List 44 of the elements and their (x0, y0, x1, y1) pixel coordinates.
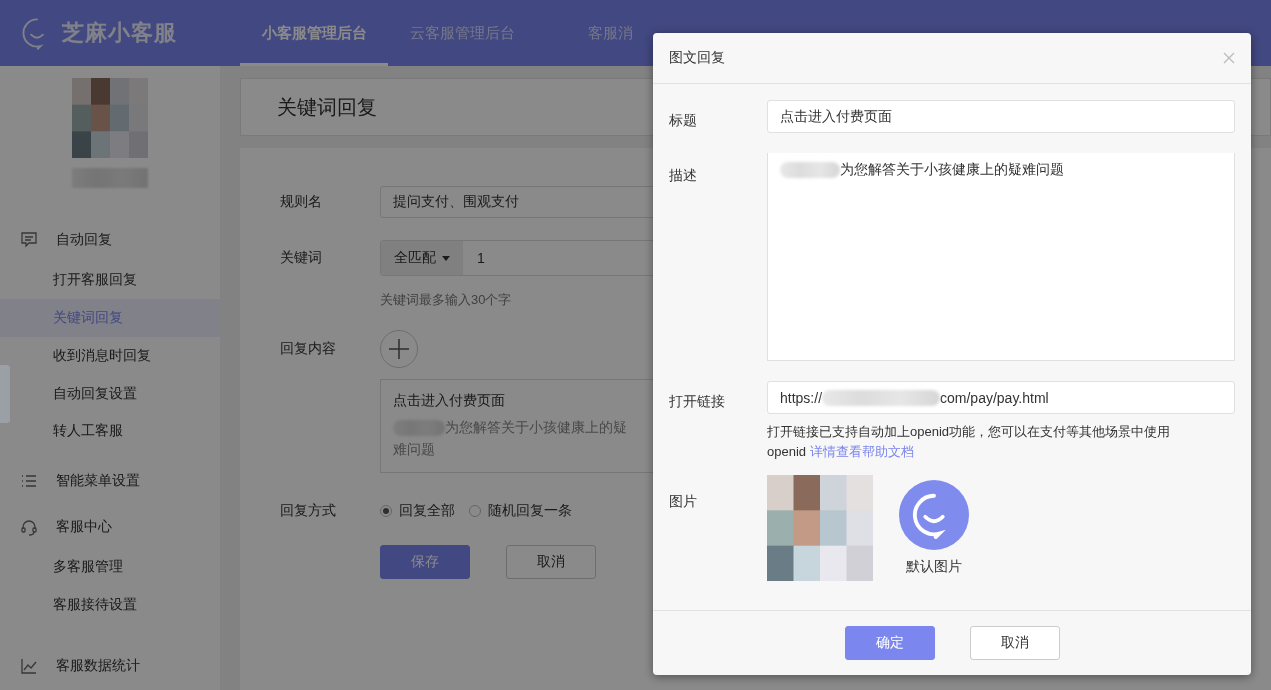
chat-icon (20, 230, 38, 249)
field-label: 回复内容 (280, 340, 337, 358)
cancel-button[interactable]: 取消 (969, 626, 1060, 660)
default-image-icon (899, 480, 969, 550)
help-link[interactable]: 详情查看帮助文档 (809, 444, 914, 459)
field-hint: 关键词最多输入30个字 (380, 291, 512, 309)
sidebar-item[interactable]: 客服接待设置 (12, 586, 220, 624)
radio-option[interactable]: 回复全部 (380, 502, 455, 520)
description-field[interactable]: 为您解答关于小孩健康上的疑难问题 (767, 153, 1235, 361)
sidebar-item[interactable]: 多客服管理 (12, 548, 220, 587)
side-tab[interactable] (0, 365, 10, 423)
sidebar-item[interactable]: 自动回复设置 (12, 374, 220, 413)
chart-icon (20, 657, 38, 676)
close-button[interactable] (1223, 52, 1235, 64)
field-label: 图片 (669, 492, 698, 511)
field-label: 规则名 (280, 193, 323, 211)
image-caption: 默认图片 (906, 558, 962, 576)
dialog-title: 图文回复 (669, 49, 725, 67)
link-field[interactable]: https:// com/pay/pay.html (767, 381, 1235, 414)
field-label: 打开链接 (669, 392, 726, 411)
sidebar-group[interactable]: 客服中心 (56, 517, 112, 536)
radio-button[interactable] (469, 505, 481, 517)
logo-text: 芝麻小客服 (62, 19, 177, 47)
plus-icon (389, 339, 409, 359)
radio-option[interactable]: 随机回复一条 (469, 502, 572, 520)
radio-button[interactable] (380, 505, 392, 517)
field-label: 标题 (669, 111, 698, 130)
confirm-button[interactable]: 确定 (844, 626, 935, 660)
headset-icon (20, 517, 38, 536)
title-field[interactable]: 点击进入付费页面 (767, 100, 1235, 133)
field-label: 回复方式 (280, 502, 337, 520)
sidebar-group[interactable]: 自动回复 (56, 230, 112, 249)
field-label: 关键词 (280, 249, 323, 267)
sidebar-item[interactable]: 打开客服回复 (12, 261, 220, 300)
field-label: 描述 (669, 166, 698, 185)
cancel-button[interactable]: 取消 (506, 545, 596, 579)
sidebar-group[interactable]: 客服数据统计 (56, 657, 140, 676)
sidebar-item[interactable]: 收到消息时回复 (12, 336, 220, 375)
card-title: 点击进入付费页面 (393, 392, 505, 410)
add-button[interactable] (380, 330, 418, 368)
close-icon (1223, 52, 1235, 64)
sidebar-item[interactable]: 转人工客服 (12, 412, 220, 451)
sidebar-group[interactable]: 智能菜单设置 (56, 472, 140, 491)
link-hint: 打开链接已支持自动加上openid功能，您可以在支付等其他场景中使用openid 详情查看帮助文档 (767, 423, 1172, 461)
